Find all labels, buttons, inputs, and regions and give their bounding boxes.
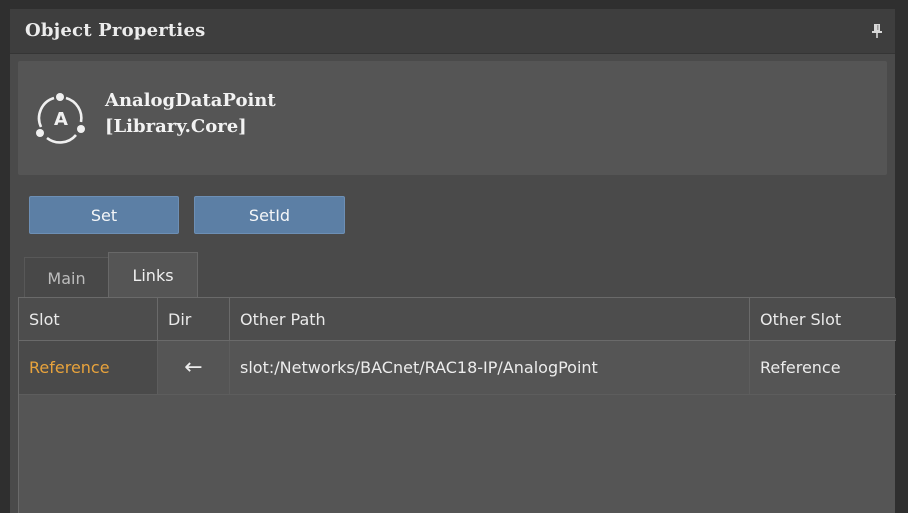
setid-button[interactable]: SetId [194, 196, 345, 234]
cell-slot[interactable]: Reference [19, 341, 158, 395]
panel-title: Object Properties [25, 20, 206, 41]
tab-main[interactable]: Main [24, 257, 108, 299]
links-grid: Slot Dir Other Path Other Slot Reference… [18, 297, 896, 513]
grid-header: Slot Dir Other Path Other Slot [19, 298, 896, 341]
icon-letter: A [54, 109, 68, 130]
table-row[interactable]: Reference ← slot:/Networks/BACnet/RAC18-… [19, 341, 896, 395]
set-button[interactable]: Set [29, 196, 179, 234]
cell-other-path[interactable]: slot:/Networks/BACnet/RAC18-IP/AnalogPoi… [230, 341, 750, 395]
column-header-dir[interactable]: Dir [158, 298, 230, 341]
tab-links[interactable]: Links [108, 252, 198, 298]
object-library: [Library.Core] [105, 116, 247, 137]
panel-titlebar: Object Properties [10, 9, 895, 54]
column-header-slot[interactable]: Slot [19, 298, 158, 341]
object-header: A AnalogDataPoint [Library.Core] [18, 61, 887, 175]
object-type-name: AnalogDataPoint [105, 90, 276, 111]
column-header-other-path[interactable]: Other Path [230, 298, 750, 341]
pin-icon[interactable] [871, 23, 883, 39]
object-title: AnalogDataPoint [Library.Core] [105, 88, 276, 140]
analog-datapoint-icon: A [36, 93, 85, 144]
cell-other-slot[interactable]: Reference [750, 341, 896, 395]
object-properties-panel: Object Properties A AnalogDataPoint [Lib… [10, 9, 896, 513]
column-header-other-slot[interactable]: Other Slot [750, 298, 896, 341]
arrow-left-icon: ← [158, 341, 230, 395]
